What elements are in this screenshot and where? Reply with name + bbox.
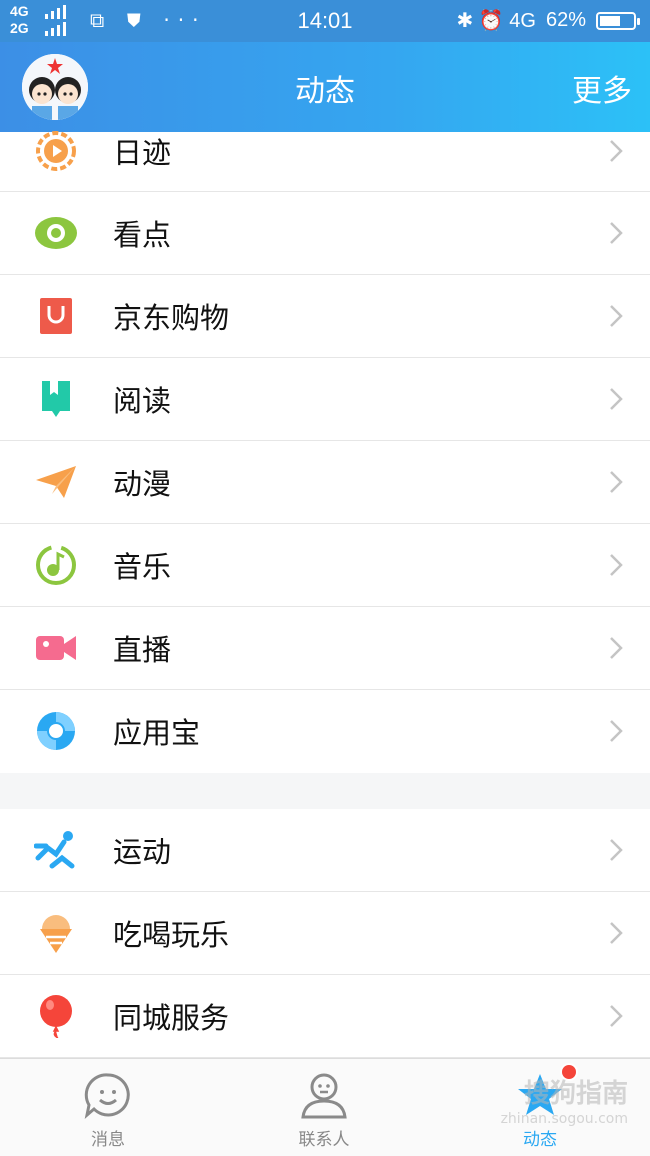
paper-plane-icon bbox=[36, 466, 76, 498]
running-icon bbox=[34, 831, 75, 869]
contact-person-icon bbox=[301, 1073, 347, 1119]
status-bar: 4G 2G ⧉ ⛊ ··· 14:01 ✱ ⏰ 4G 62% bbox=[0, 0, 650, 42]
list-item-reading[interactable]: 阅读 bbox=[0, 358, 650, 441]
chevron-right-icon bbox=[610, 554, 623, 576]
list-item-food-fun[interactable]: 吃喝玩乐 bbox=[0, 892, 650, 975]
video-camera-icon bbox=[36, 636, 76, 660]
list-item-label: 吃喝玩乐 bbox=[113, 918, 230, 952]
list-item-label: 京东购物 bbox=[113, 301, 230, 335]
chevron-right-icon bbox=[610, 140, 623, 162]
list-item-anime[interactable]: 动漫 bbox=[0, 441, 650, 524]
battery-percent: 62% bbox=[545, 9, 586, 31]
chevron-right-icon bbox=[610, 305, 623, 327]
list-item-label: 音乐 bbox=[113, 550, 172, 584]
tab-contacts[interactable]: 联系人 bbox=[216, 1059, 432, 1156]
book-icon bbox=[42, 381, 70, 417]
status-right-icons: ✱ ⏰ 4G bbox=[456, 10, 536, 32]
list-item-label: 阅读 bbox=[113, 384, 172, 418]
music-note-icon bbox=[36, 545, 76, 585]
feature-list: 日迹 看点 京东购物 阅读 动漫 音乐 直播 应用宝 运动 吃喝玩乐 同城服务 bbox=[0, 131, 650, 1058]
chevron-right-icon bbox=[610, 1005, 623, 1027]
play-ring-icon bbox=[36, 131, 76, 171]
chevron-right-icon bbox=[610, 637, 623, 659]
list-item-label: 动漫 bbox=[113, 467, 172, 501]
status-right: ✱ ⏰ 4G 62% bbox=[456, 8, 640, 33]
tab-messages[interactable]: 消息 bbox=[0, 1059, 216, 1156]
list-item-appstore[interactable]: 应用宝 bbox=[0, 690, 650, 773]
list-item-sports[interactable]: 运动 bbox=[0, 809, 650, 892]
list-item-music[interactable]: 音乐 bbox=[0, 524, 650, 607]
section-divider bbox=[0, 773, 650, 809]
list-item-city-service[interactable]: 同城服务 bbox=[0, 975, 650, 1058]
chevron-right-icon bbox=[610, 388, 623, 410]
chevron-right-icon bbox=[610, 720, 623, 742]
list-item-live[interactable]: 直播 bbox=[0, 607, 650, 690]
list-item-label: 运动 bbox=[113, 835, 172, 869]
page-title: 动态 bbox=[295, 74, 355, 109]
feature-group-secondary: 运动 吃喝玩乐 同城服务 bbox=[0, 809, 650, 1058]
list-item-label: 同城服务 bbox=[113, 1001, 230, 1035]
tab-label: 消息 bbox=[91, 1130, 125, 1150]
chevron-right-icon bbox=[610, 839, 623, 861]
battery-icon bbox=[596, 11, 640, 30]
feature-group-primary: 日迹 看点 京东购物 阅读 动漫 音乐 直播 应用宝 bbox=[0, 131, 650, 773]
list-item-label: 看点 bbox=[113, 218, 172, 252]
tab-label: 联系人 bbox=[298, 1130, 350, 1150]
list-item-kandian[interactable]: 看点 bbox=[0, 192, 650, 275]
list-item-rizhi[interactable]: 日迹 bbox=[0, 131, 650, 192]
jd-bag-icon bbox=[40, 298, 72, 334]
list-item-label: 直播 bbox=[113, 633, 172, 667]
list-item-label: 日迹 bbox=[113, 136, 172, 170]
list-item-jd-shopping[interactable]: 京东购物 bbox=[0, 275, 650, 358]
more-button[interactable]: 更多 bbox=[572, 66, 632, 110]
chevron-right-icon bbox=[610, 922, 623, 944]
eye-icon bbox=[35, 217, 77, 249]
tab-label: 动态 bbox=[523, 1130, 557, 1150]
balloon-icon bbox=[40, 995, 72, 1038]
bottom-tab-bar: 消息 联系人 动态 搜狗指南 zhinan.sogou.com bbox=[0, 1058, 650, 1156]
watermark: 搜狗指南 bbox=[523, 1079, 628, 1109]
chevron-right-icon bbox=[610, 471, 623, 493]
ice-cream-icon bbox=[40, 915, 72, 953]
chat-bubble-icon bbox=[84, 1073, 130, 1119]
list-item-label: 应用宝 bbox=[113, 716, 201, 750]
chevron-right-icon bbox=[610, 222, 623, 244]
appstore-icon bbox=[37, 712, 75, 750]
watermark-url: zhinan.sogou.com bbox=[500, 1111, 628, 1127]
header: 动态 更多 bbox=[0, 42, 650, 132]
